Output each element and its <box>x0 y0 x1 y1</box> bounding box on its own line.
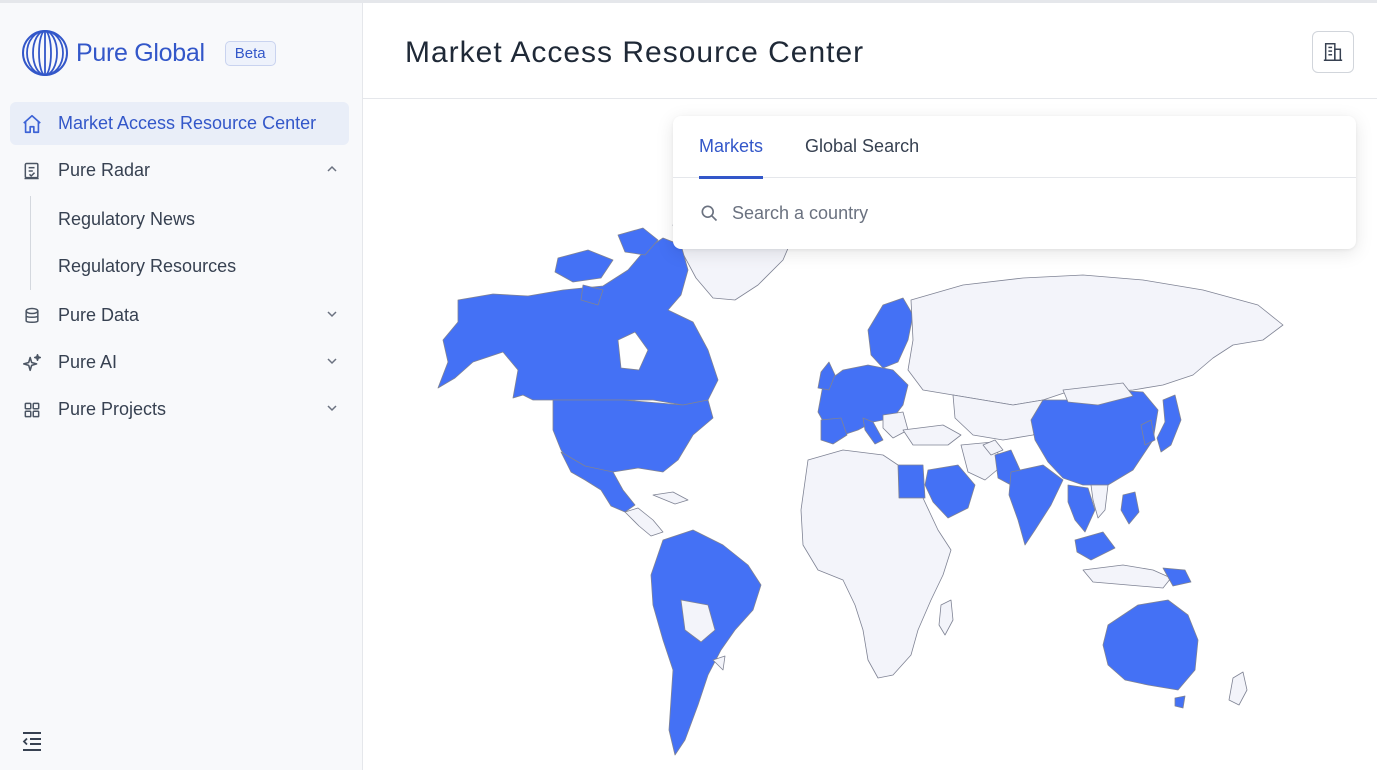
home-icon <box>21 113 43 135</box>
sidebar-item-market-access[interactable]: Market Access Resource Center <box>10 102 349 145</box>
radar-doc-icon <box>21 160 43 182</box>
sidebar-item-label: Pure Radar <box>58 160 151 180</box>
database-icon <box>21 305 43 327</box>
country-new-zealand <box>1228 671 1248 706</box>
search-card: Markets Global Search <box>673 116 1356 249</box>
chevron-down-icon <box>327 311 337 318</box>
country-egypt <box>897 464 926 499</box>
country-madagascar <box>938 599 954 636</box>
sidebar-item-label: Market Access Resource Center <box>58 113 317 133</box>
sidebar-item-pure-radar[interactable]: Pure Radar <box>10 149 349 192</box>
country-russia <box>907 274 1284 406</box>
chevron-down-icon <box>327 405 337 412</box>
collapse-menu-icon[interactable] <box>20 730 44 752</box>
building-button[interactable] <box>1312 31 1354 73</box>
country-japan <box>1156 394 1182 453</box>
beta-badge: Beta <box>224 40 276 66</box>
sidebar-item-pure-data[interactable]: Pure Data <box>10 294 349 337</box>
pure-radar-submenu: Regulatory News Regulatory Resources <box>30 196 349 290</box>
search-icon <box>701 205 718 222</box>
world-map-area: Markets Global Search <box>363 100 1377 770</box>
country-indonesia <box>1082 564 1172 589</box>
sidebar: Pure Global Beta Market Access Resource … <box>0 0 363 770</box>
country-south-america <box>650 529 762 756</box>
sidebar-subitem-regulatory-news[interactable]: Regulatory News <box>31 196 349 243</box>
sparkle-icon <box>21 352 43 374</box>
country-india <box>1008 464 1064 546</box>
country-scandinavia <box>867 297 914 369</box>
tab-markets[interactable]: Markets <box>699 116 764 179</box>
brand[interactable]: Pure Global Beta <box>20 27 276 79</box>
search-row <box>673 178 1356 248</box>
sidebar-item-label: Pure Data <box>58 305 140 325</box>
grid-icon <box>21 399 43 421</box>
sidebar-item-label: Pure Projects <box>58 399 167 419</box>
country-australia <box>1102 599 1199 691</box>
country-se-asia <box>1067 484 1096 533</box>
country-central-america <box>624 507 664 537</box>
country-malaysia <box>1074 531 1116 561</box>
country-italy <box>862 417 884 445</box>
main-content: Market Access Resource Center Markets Gl… <box>363 0 1377 770</box>
country-caribbean <box>652 491 689 505</box>
sidebar-nav: Market Access Resource Center Pure Radar… <box>10 102 349 435</box>
country-balkans <box>882 411 909 439</box>
globe-logo-icon <box>22 30 68 76</box>
building-icon <box>1323 43 1343 61</box>
sidebar-subitem-regulatory-resources[interactable]: Regulatory Resources <box>31 243 349 290</box>
country-philippines <box>1120 491 1140 525</box>
tab-global-search[interactable]: Global Search <box>805 116 919 178</box>
chevron-down-icon <box>327 358 337 365</box>
country-saudi-arabia <box>924 464 976 519</box>
page-header: Market Access Resource Center <box>363 3 1377 99</box>
search-tabs: Markets Global Search <box>673 116 1356 179</box>
sidebar-item-pure-ai[interactable]: Pure AI <box>10 341 349 384</box>
page-title: Market Access Resource Center <box>405 36 865 69</box>
chevron-up-icon <box>327 165 337 172</box>
country-turkey <box>902 424 962 446</box>
sidebar-item-pure-projects[interactable]: Pure Projects <box>10 388 349 431</box>
country-search-input[interactable] <box>732 202 1292 224</box>
brand-name: Pure Global <box>76 38 205 67</box>
country-tasmania <box>1174 695 1186 709</box>
sidebar-item-label: Pure AI <box>58 352 118 372</box>
